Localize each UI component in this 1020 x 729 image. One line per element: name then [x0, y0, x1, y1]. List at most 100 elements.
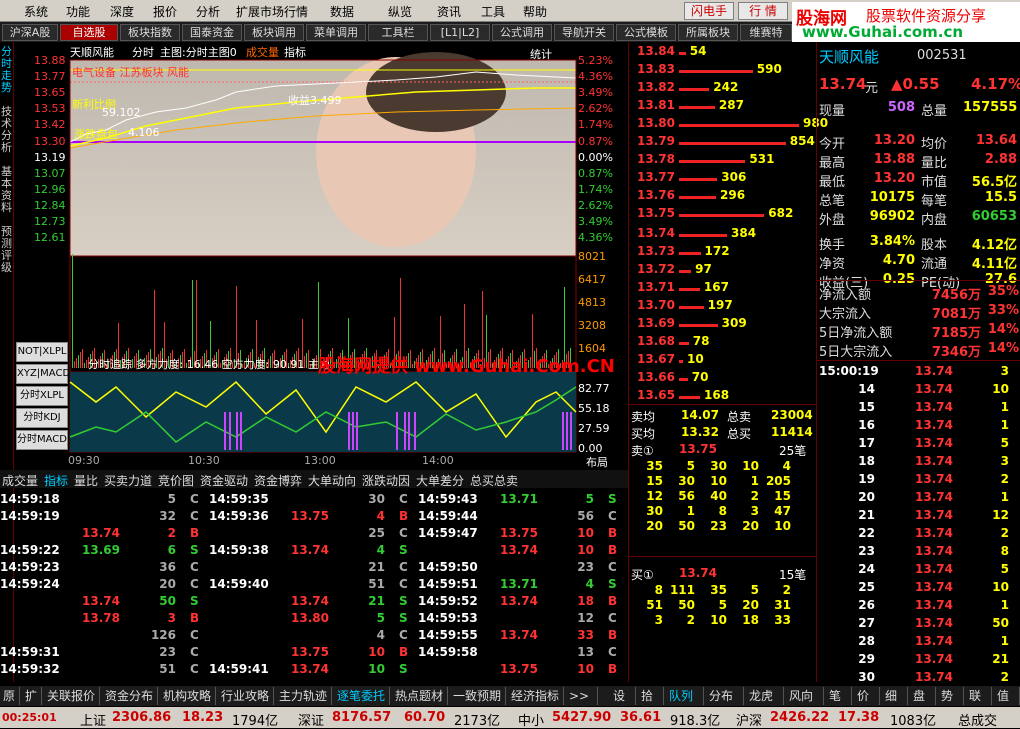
bottom-tab[interactable]: 势: [938, 687, 964, 705]
tab-nav-switch[interactable]: 导航开关: [554, 24, 614, 41]
bottom-tab[interactable]: 原: [0, 687, 20, 705]
tab-menu-call[interactable]: 菜单调用: [306, 24, 366, 41]
tab-owning-sector[interactable]: 所属板块: [678, 24, 738, 41]
buy-level-row[interactable]: 13.73 172: [629, 244, 817, 262]
bottom-tab[interactable]: 扩: [22, 687, 42, 705]
sell-level-row[interactable]: 13.79 854: [629, 134, 817, 152]
indicator-button[interactable]: 分时XLPL: [16, 386, 68, 406]
total-volume-label[interactable]: 总成交: [958, 710, 997, 729]
sell-level-row[interactable]: 13.78 531: [629, 152, 817, 170]
left-tab-fundamentals[interactable]: 基本资料: [1, 166, 13, 214]
menu-depth[interactable]: 深度: [110, 3, 134, 20]
trade-tab[interactable]: 涨跌动因: [362, 472, 410, 489]
bottom-tab[interactable]: 热点题材: [392, 687, 448, 705]
tab-sector-index[interactable]: 板块指数: [120, 24, 180, 41]
bottom-tab[interactable]: 行业攻略: [218, 687, 274, 705]
menu-news[interactable]: 资讯: [437, 3, 461, 20]
bottom-tab[interactable]: 资金分布: [102, 687, 158, 705]
sell-level-row[interactable]: 13.83 590: [629, 62, 817, 80]
tab-formula-call[interactable]: 公式调用: [492, 24, 552, 41]
sell-level-row[interactable]: 13.84 54: [629, 44, 817, 62]
trade-tab[interactable]: 大单差分: [416, 472, 464, 489]
bottom-tab[interactable]: 逐笔委托: [334, 687, 390, 705]
left-tab-intraday[interactable]: 分时走势: [1, 46, 13, 94]
buy-level-row[interactable]: 13.69 309: [629, 316, 817, 334]
buy-level-row[interactable]: 13.74 384: [629, 226, 817, 244]
menu-extended-market[interactable]: 扩展市场行情: [236, 3, 308, 20]
buy-level-row[interactable]: 13.72 97: [629, 262, 817, 280]
bottom-tab[interactable]: 队列: [666, 687, 704, 705]
menu-function[interactable]: 功能: [66, 3, 90, 20]
bottom-tab[interactable]: 分布: [706, 687, 744, 705]
trade-tab[interactable]: 总买总卖: [470, 472, 518, 489]
bottom-tab[interactable]: 值: [994, 687, 1020, 705]
bottom-tab[interactable]: 价: [854, 687, 880, 705]
trade-tab[interactable]: 量比: [74, 472, 98, 489]
bottom-tab[interactable]: >>: [566, 687, 598, 705]
sell-level-row[interactable]: 13.77 306: [629, 170, 817, 188]
indicator-button[interactable]: 分时MACD: [16, 430, 68, 450]
trade-tab[interactable]: 成交量: [2, 472, 38, 489]
buy-level-row[interactable]: 13.71 167: [629, 280, 817, 298]
buy-level-row[interactable]: 13.68 78: [629, 334, 817, 352]
menu-overview[interactable]: 纵览: [388, 3, 412, 20]
trade-time: 14:59:41: [209, 662, 269, 676]
trade-tab[interactable]: 大单动向: [308, 472, 356, 489]
menu-help[interactable]: 帮助: [523, 3, 547, 20]
tab-toolbar[interactable]: 工具栏: [368, 24, 428, 41]
menu-data[interactable]: 数据: [330, 3, 354, 20]
bottom-tab[interactable]: 一致预期: [450, 687, 506, 705]
tab-formula-template[interactable]: 公式模板: [616, 24, 676, 41]
bottom-tab[interactable]: 细: [882, 687, 908, 705]
trade-tab[interactable]: 指标: [44, 472, 68, 489]
left-tab-forecast[interactable]: 预测评级: [1, 226, 13, 274]
tab-l1-l2[interactable]: [L1|L2]: [430, 24, 490, 41]
bottom-tab[interactable]: 风向: [786, 687, 824, 705]
sell-level-row[interactable]: 13.75 682: [629, 206, 817, 224]
indicator-button[interactable]: 分时KDJ: [16, 408, 68, 428]
tab-shanghai-shenzhen-a[interactable]: 沪深A股: [2, 24, 58, 41]
tab-sector-call[interactable]: 板块调用: [244, 24, 304, 41]
chart-indicator-label[interactable]: 指标: [284, 44, 306, 60]
bottom-tab[interactable]: 关联报价: [44, 687, 100, 705]
bottom-tab[interactable]: 设: [610, 687, 636, 705]
bottom-tab[interactable]: 拾: [638, 687, 664, 705]
buy-level-row[interactable]: 13.70 197: [629, 298, 817, 316]
indicator-button[interactable]: NOT|XLPL: [16, 342, 68, 362]
sell-level-row[interactable]: 13.81 287: [629, 98, 817, 116]
menu-analysis[interactable]: 分析: [196, 3, 220, 20]
sell-level-row[interactable]: 13.76 296: [629, 188, 817, 206]
flash-trade-button[interactable]: 闪电手: [684, 2, 734, 20]
trade-tab[interactable]: 竞价图: [158, 472, 194, 489]
trade-volume: 23: [577, 560, 594, 574]
chart-stats-button[interactable]: 统计: [530, 46, 552, 62]
buy-level-row[interactable]: 13.67 10: [629, 352, 817, 370]
chart-mode-intraday[interactable]: 分时: [132, 44, 154, 60]
bottom-tab[interactable]: 机构攻略: [160, 687, 216, 705]
intraday-chart-area[interactable]: 天顺风能 分时 主图:分时主图0 成交量 指标 统计 电气设备 江苏板块 风能 …: [16, 42, 628, 469]
trade-tab[interactable]: 资金博弈: [254, 472, 302, 489]
tab-watchlist[interactable]: 自选股: [60, 24, 118, 41]
left-tab-technical[interactable]: 技术分析: [1, 106, 13, 154]
indicator-button[interactable]: XYZ|MACD: [16, 364, 70, 384]
tab-weisaite[interactable]: 维赛特: [740, 24, 792, 41]
quote-button[interactable]: 行 情: [738, 2, 788, 20]
menu-system[interactable]: 系统: [24, 3, 48, 20]
menu-tools[interactable]: 工具: [481, 3, 505, 20]
bottom-tab[interactable]: 笔: [826, 687, 852, 705]
bottom-tab[interactable]: 经济指标: [508, 687, 564, 705]
buy-level-row[interactable]: 13.66 70: [629, 370, 817, 388]
bottom-tab[interactable]: 主力轨迹: [276, 687, 332, 705]
bottom-tab[interactable]: 联: [966, 687, 992, 705]
layout-button[interactable]: 布局: [586, 454, 608, 470]
menu-quote[interactable]: 报价: [153, 3, 177, 20]
sell-level-row[interactable]: 13.82 242: [629, 80, 817, 98]
bottom-tab[interactable]: 盘: [910, 687, 936, 705]
sell-level-row[interactable]: 13.80 980: [629, 116, 828, 134]
bottom-tab[interactable]: 龙虎: [746, 687, 784, 705]
trade-tab[interactable]: 买卖力道: [104, 472, 152, 489]
chart-main-formula[interactable]: 主图:分时主图0: [160, 44, 237, 60]
trade-volume: 10: [368, 645, 385, 659]
tab-guotai-funds[interactable]: 国泰资金: [182, 24, 242, 41]
trade-tab[interactable]: 资金驱动: [200, 472, 248, 489]
